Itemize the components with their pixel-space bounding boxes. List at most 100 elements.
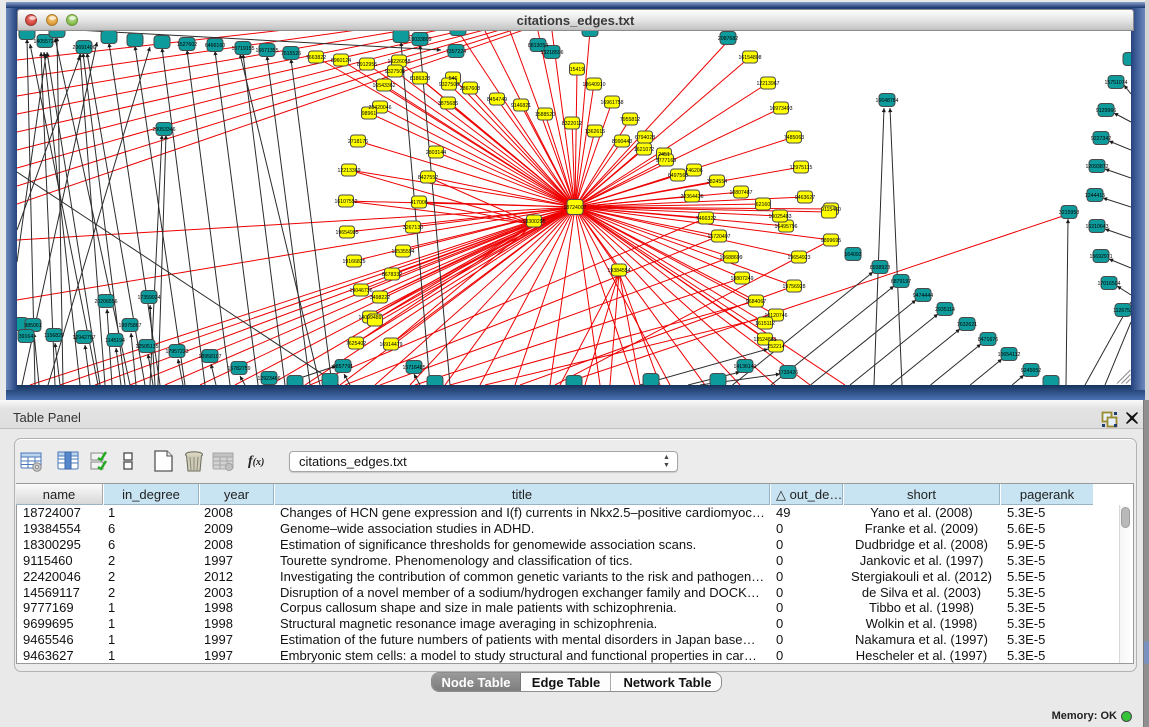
- svg-text:8186328: 8186328: [410, 76, 430, 82]
- svg-text:8960124: 8960124: [331, 58, 351, 64]
- svg-text:1615112: 1615112: [755, 321, 775, 327]
- svg-text:8938923: 8938923: [870, 265, 890, 271]
- svg-text:19654923: 19654923: [787, 255, 810, 261]
- svg-text:9115460: 9115460: [821, 207, 841, 213]
- svg-text:9857791: 9857791: [333, 364, 353, 370]
- svg-text:12505135: 12505135: [135, 344, 158, 350]
- svg-text:10958107: 10958107: [198, 354, 221, 360]
- svg-text:18300295: 18300295: [522, 219, 545, 225]
- svg-text:13226058: 13226058: [387, 59, 410, 65]
- svg-text:8471676: 8471676: [978, 337, 998, 343]
- svg-text:7515526: 7515526: [281, 51, 301, 57]
- svg-text:9684067: 9684067: [746, 299, 766, 305]
- svg-text:10688609: 10688609: [719, 255, 742, 261]
- svg-text:18640910: 18640910: [582, 82, 605, 88]
- svg-text:9777169: 9777169: [656, 158, 676, 164]
- svg-text:9474444: 9474444: [913, 293, 933, 299]
- svg-text:10654112: 10654112: [998, 352, 1021, 358]
- svg-text:39164: 39164: [19, 334, 34, 340]
- svg-text:10025483: 10025483: [768, 214, 791, 220]
- svg-text:1362615: 1362615: [585, 129, 605, 135]
- svg-text:9129966: 9129966: [1096, 108, 1116, 114]
- svg-text:9227342: 9227342: [1091, 136, 1111, 142]
- svg-text:1156829: 1156829: [44, 333, 64, 339]
- svg-text:2935114: 2935114: [935, 307, 955, 313]
- svg-text:14055724: 14055724: [33, 39, 56, 45]
- svg-text:985061: 985061: [24, 323, 41, 329]
- svg-text:12213369: 12213369: [337, 168, 360, 174]
- svg-text:6497568: 6497568: [668, 173, 688, 179]
- svg-text:8912955: 8912955: [357, 62, 377, 68]
- svg-text:9463627: 9463627: [795, 195, 815, 201]
- svg-text:10807487: 10807487: [729, 190, 752, 196]
- svg-text:1126753: 1126753: [1113, 308, 1131, 314]
- svg-text:17359924: 17359924: [137, 295, 160, 301]
- svg-text:7632621: 7632621: [957, 322, 977, 328]
- svg-text:19975867: 19975867: [118, 323, 141, 329]
- svg-text:8678332: 8678332: [382, 272, 402, 278]
- svg-text:16033809: 16033809: [408, 37, 431, 43]
- svg-text:9245652: 9245652: [1021, 368, 1041, 374]
- svg-text:13535594: 13535594: [391, 249, 414, 255]
- svg-text:16914479: 16914479: [379, 342, 402, 348]
- svg-text:2867608: 2867608: [460, 86, 480, 92]
- svg-text:20364436: 20364436: [680, 194, 703, 200]
- svg-text:12093872: 12093872: [1085, 164, 1108, 170]
- svg-text:12213967: 12213967: [756, 81, 779, 87]
- svg-text:19384554: 19384554: [607, 268, 630, 274]
- svg-text:3498222: 3498222: [370, 295, 390, 301]
- svg-text:16671355: 16671355: [255, 48, 278, 54]
- svg-text:15419: 15419: [570, 67, 585, 73]
- svg-text:17016504: 17016504: [1097, 281, 1120, 287]
- svg-text:20206556: 20206556: [94, 299, 117, 305]
- svg-text:1527602: 1527602: [177, 42, 197, 48]
- svg-text:1621072: 1621072: [634, 147, 654, 153]
- svg-text:9327506: 9327506: [385, 69, 405, 75]
- svg-text:20691406: 20691406: [72, 45, 95, 51]
- svg-text:18724007: 18724007: [563, 205, 586, 211]
- svg-text:17957223: 17957223: [165, 349, 188, 355]
- svg-text:9327508: 9327508: [439, 82, 459, 88]
- svg-text:7466322: 7466322: [696, 216, 716, 222]
- svg-text:16154808: 16154808: [738, 55, 761, 61]
- svg-text:15692971: 15692971: [1089, 254, 1112, 260]
- svg-text:2087682: 2087682: [718, 36, 738, 42]
- svg-text:6466160: 6466160: [205, 43, 225, 49]
- svg-text:8322012: 8322012: [562, 121, 582, 127]
- svg-text:10973493: 10973493: [769, 106, 792, 112]
- svg-text:2718176: 2718176: [348, 139, 368, 145]
- svg-text:16648784: 16648784: [875, 98, 898, 104]
- svg-text:3215958: 3215958: [1059, 210, 1079, 216]
- svg-text:16107552: 16107552: [334, 199, 357, 205]
- svg-text:7625402: 7625402: [346, 341, 366, 347]
- svg-text:8454749: 8454749: [487, 97, 507, 103]
- svg-text:9146821: 9146821: [511, 103, 531, 109]
- svg-text:16210643: 16210643: [1085, 224, 1108, 230]
- svg-text:15720407: 15720407: [707, 234, 730, 240]
- svg-text:18807249: 18807249: [730, 276, 753, 282]
- svg-text:7357224: 7357224: [446, 49, 466, 55]
- svg-text:16961758: 16961758: [600, 100, 623, 106]
- svg-text:7955812: 7955812: [620, 117, 640, 123]
- svg-text:252214: 252214: [767, 344, 784, 350]
- svg-text:13218506: 13218506: [540, 50, 563, 56]
- svg-text:3875685: 3875685: [438, 101, 458, 107]
- svg-text:20053346: 20053346: [152, 127, 175, 133]
- svg-text:7663822: 7663822: [306, 55, 326, 61]
- svg-text:16495796: 16495796: [774, 224, 797, 230]
- svg-text:19654985: 19654985: [335, 230, 358, 236]
- svg-text:8427552: 8427552: [418, 175, 438, 181]
- svg-text:14136141: 14136141: [733, 364, 756, 370]
- svg-text:14099489: 14099489: [358, 315, 381, 321]
- svg-text:12942757: 12942757: [72, 335, 95, 341]
- svg-text:1244415: 1244415: [1085, 193, 1105, 199]
- svg-text:19756928: 19756928: [782, 284, 805, 290]
- svg-text:10719155: 10719155: [231, 46, 254, 52]
- svg-text:6794028: 6794028: [635, 135, 655, 141]
- svg-text:13524861: 13524861: [753, 337, 776, 343]
- svg-text:16543362: 16543362: [372, 83, 395, 89]
- svg-text:417006: 417006: [410, 200, 427, 206]
- svg-text:62160: 62160: [756, 202, 771, 208]
- svg-text:7485063: 7485063: [784, 135, 804, 141]
- svg-text:9899695: 9899695: [821, 238, 841, 244]
